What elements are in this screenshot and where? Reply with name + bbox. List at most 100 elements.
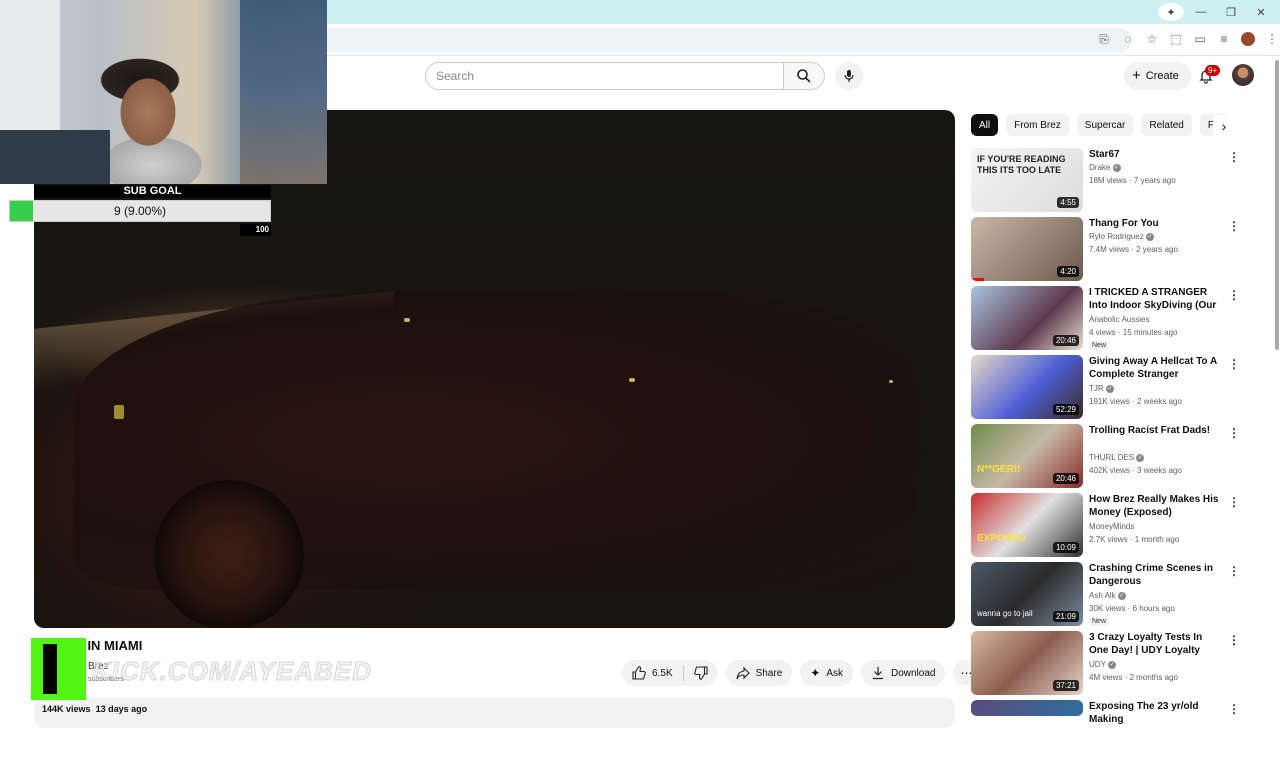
- profile-icon[interactable]: [1240, 31, 1256, 47]
- recommendation-item[interactable]: EXPOSED 10:09 How Brez Really Makes His Mo…: [971, 493, 1271, 557]
- recommendation-title[interactable]: Thang For You: [1089, 217, 1219, 230]
- recommendation-channel[interactable]: Rylo Rodriguez ✓: [1089, 232, 1154, 241]
- recommendation-channel[interactable]: UDY ✓: [1089, 660, 1116, 669]
- recommendation-title[interactable]: Giving Away A Hellcat To A Complete Stra…: [1089, 355, 1219, 381]
- verified-icon: ✓: [1117, 591, 1126, 600]
- video-thumbnail[interactable]: 52:29: [971, 355, 1083, 419]
- verified-icon: ✓: [1145, 232, 1154, 241]
- more-vertical-icon[interactable]: ⋮: [1228, 426, 1240, 442]
- dislike-button[interactable]: [684, 660, 718, 686]
- video-thumbnail[interactable]: 4:20: [971, 217, 1083, 281]
- recommendation-title[interactable]: I TRICKED A STRANGER Into Indoor SkyDivi…: [1089, 286, 1219, 313]
- recommendation-title[interactable]: How Brez Really Makes His Money (Exposed…: [1089, 493, 1219, 519]
- split-view-icon[interactable]: ▭: [1192, 31, 1208, 47]
- search-input[interactable]: Search: [425, 62, 784, 90]
- gemini-button[interactable]: ✦: [1158, 3, 1184, 21]
- share-button[interactable]: Share: [725, 660, 793, 686]
- install-app-icon[interactable]: ⎘: [1096, 31, 1112, 47]
- recommendation-item[interactable]: IF YOU'RE READING THIS ITS TOO LATE 4:55 S…: [971, 148, 1271, 212]
- recommendation-channel[interactable]: Anabolic Aussies: [1089, 315, 1149, 324]
- sub-goal-min: [9, 224, 34, 236]
- video-wheel: [154, 480, 304, 628]
- recommendation-channel[interactable]: THURL DES ✓: [1089, 453, 1145, 462]
- video-thumbnail[interactable]: IF YOU'RE READING THIS ITS TOO LATE 4:55: [971, 148, 1083, 212]
- recommendation-item[interactable]: Exposing The 23 yr/old Making ⋮: [971, 700, 1271, 764]
- video-thumbnail[interactable]: N**GER!! 20:46: [971, 424, 1083, 488]
- recommendation-item[interactable]: 4:20 Thang For You Rylo Rodriguez ✓ 7.4M vi…: [971, 217, 1271, 281]
- sub-goal-max: 100: [240, 224, 271, 236]
- kick-url-watermark: KICK.COM/AYEABED: [92, 656, 372, 687]
- upload-age: 13 days ago: [95, 704, 148, 714]
- restore-button[interactable]: ❐: [1218, 3, 1244, 21]
- recommendation-title[interactable]: Crashing Crime Scenes in Dangerous Neigh…: [1089, 562, 1219, 589]
- webcam-background-desk: [0, 130, 110, 184]
- minimize-button[interactable]: —: [1188, 3, 1214, 21]
- recommendation-item[interactable]: 37:21 3 Crazy Loyalty Tests In One Day! |…: [971, 631, 1271, 695]
- video-duration: 20:46: [1052, 335, 1079, 346]
- more-vertical-icon[interactable]: ⋮: [1228, 357, 1240, 373]
- video-thumbnail[interactable]: 37:21: [971, 631, 1083, 695]
- recommendation-item[interactable]: 52:29 Giving Away A Hellcat To A Complete…: [971, 355, 1271, 419]
- more-vertical-icon[interactable]: ⋮: [1228, 702, 1240, 718]
- more-vertical-icon[interactable]: ⋮: [1228, 219, 1240, 235]
- page-scrollbar[interactable]: [1275, 60, 1279, 350]
- voice-search-button[interactable]: [835, 62, 863, 90]
- more-vertical-icon[interactable]: ⋮: [1228, 495, 1240, 511]
- description-box[interactable]: [34, 698, 955, 728]
- recommendation-title[interactable]: Exposing The 23 yr/old Making: [1089, 700, 1229, 726]
- sparkle-icon: ✦: [1158, 3, 1184, 21]
- create-button[interactable]: + Create: [1124, 62, 1191, 90]
- recommendation-meta: 191K views · 2 weeks ago: [1089, 397, 1182, 406]
- thumbnail-text: IF YOU'RE READING THIS ITS TOO LATE: [977, 154, 1066, 175]
- new-badge: New: [1089, 341, 1110, 350]
- like-count: 6.5K: [652, 667, 673, 679]
- recommendation-item[interactable]: N**GER!! 20:46 Trolling Racist Frat Dads! T…: [971, 424, 1271, 488]
- chip-related[interactable]: Related: [1141, 114, 1192, 136]
- chips-next-button[interactable]: ›: [1213, 115, 1235, 137]
- like-button[interactable]: 6.5K: [622, 660, 683, 686]
- media-control-icon[interactable]: ≡: [1216, 31, 1232, 47]
- video-thumbnail[interactable]: wanna go to jail 21:09: [971, 562, 1083, 626]
- recommendation-channel[interactable]: Ash Alk ✓: [1089, 591, 1126, 600]
- video-thumbnail[interactable]: 20:46: [971, 286, 1083, 350]
- video-thumbnail[interactable]: EXPOSED 10:09: [971, 493, 1083, 557]
- recommendation-item[interactable]: wanna go to jail 21:09 Crashing Crime Scen…: [971, 562, 1271, 626]
- verified-icon: ✓: [1107, 660, 1116, 669]
- download-button[interactable]: Download: [861, 660, 946, 686]
- browser-menu-icon[interactable]: ⋮: [1264, 31, 1280, 47]
- chip-supercar[interactable]: Supercar: [1076, 114, 1134, 136]
- more-vertical-icon[interactable]: ⋮: [1228, 633, 1240, 649]
- recommendation-title[interactable]: 3 Crazy Loyalty Tests In One Day! | UDY …: [1089, 631, 1219, 658]
- search-button[interactable]: [783, 62, 825, 90]
- close-window-button[interactable]: ✕: [1248, 3, 1274, 21]
- video-duration: 10:09: [1052, 542, 1079, 553]
- recommendation-title[interactable]: Trolling Racist Frat Dads!: [1089, 424, 1219, 437]
- video-light: [404, 318, 410, 322]
- video-light: [889, 380, 893, 383]
- view-count-date: 144K views 13 days ago: [42, 704, 147, 714]
- video-actions: 6.5K Share ✦ Ask Download ⋯: [622, 660, 980, 686]
- sub-goal-title: SUB GOAL: [34, 185, 271, 198]
- chevron-right-icon: ›: [1221, 118, 1227, 134]
- ask-button[interactable]: ✦ Ask: [800, 660, 853, 686]
- chip-all[interactable]: All: [971, 114, 999, 136]
- video-thumbnail[interactable]: [971, 700, 1083, 716]
- recommendation-item[interactable]: 20:46 I TRICKED A STRANGER Into Indoor Sk…: [971, 286, 1271, 350]
- chip-from-brez[interactable]: From Brez: [1006, 114, 1069, 136]
- recommendation-meta: 4M views · 2 months ago: [1089, 673, 1178, 682]
- video-duration: 20:46: [1052, 473, 1079, 484]
- recommendation-channel[interactable]: Drake ✓: [1089, 163, 1121, 172]
- extensions-icon[interactable]: ⬚: [1168, 31, 1184, 47]
- more-vertical-icon[interactable]: ⋮: [1228, 288, 1240, 304]
- notification-badge: 9+: [1205, 65, 1221, 76]
- recommendation-title[interactable]: Star67: [1089, 148, 1219, 161]
- account-avatar[interactable]: [1232, 64, 1254, 86]
- star-icon[interactable]: ☆: [1144, 31, 1160, 47]
- eye-off-icon[interactable]: ◌: [1120, 31, 1136, 47]
- share-label: Share: [755, 667, 783, 679]
- download-icon: [873, 667, 883, 680]
- recommendation-channel[interactable]: TJR ✓: [1089, 384, 1114, 393]
- more-vertical-icon[interactable]: ⋮: [1228, 564, 1240, 580]
- recommendation-channel[interactable]: MoneyMinds: [1089, 522, 1134, 531]
- more-vertical-icon[interactable]: ⋮: [1228, 150, 1240, 166]
